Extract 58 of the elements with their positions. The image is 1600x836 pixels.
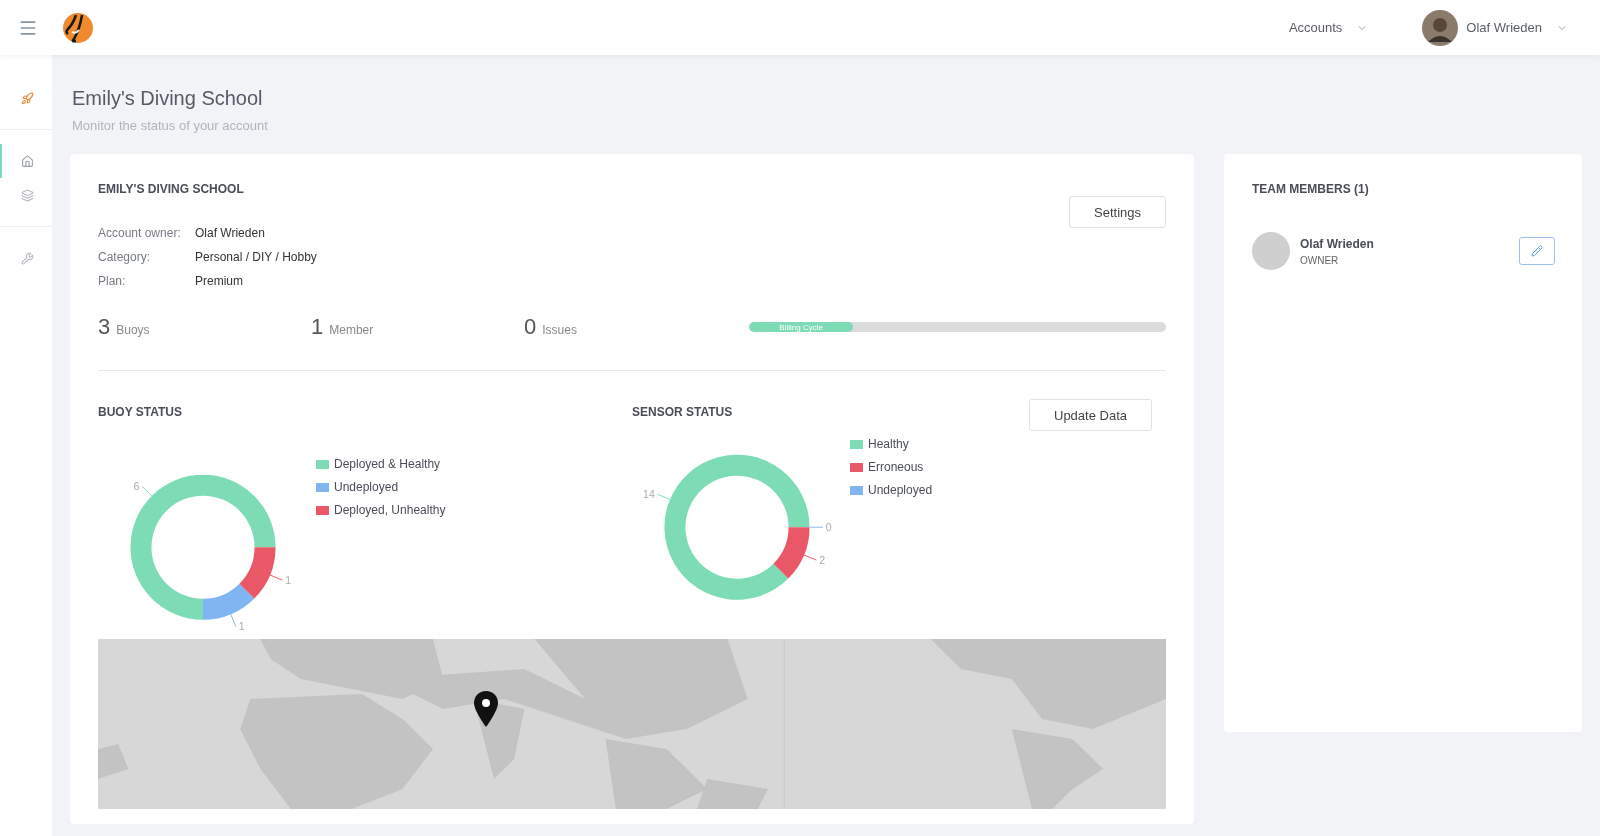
account-heading: EMILY'S DIVING SCHOOL [98, 182, 244, 196]
data-label: 1 [269, 573, 292, 586]
map-pin-icon [473, 691, 499, 727]
billing-cycle-fill: Billing Cycle [749, 322, 854, 332]
rocket-icon [20, 91, 34, 105]
user-menu[interactable]: Olaf Wrieden [1466, 20, 1568, 35]
edit-button[interactable] [1519, 237, 1555, 265]
pencil-icon [1531, 245, 1543, 257]
avatar-icon [1422, 9, 1459, 46]
legend-label: Undeployed [334, 480, 399, 494]
data-label: 6 [133, 480, 140, 493]
section-heading: BUOY STATUS [98, 405, 182, 419]
stat-label: Member [329, 323, 374, 337]
stat-value: 1 [311, 314, 324, 340]
data-label: 0 [809, 521, 832, 534]
stat-value: 0 [524, 314, 537, 340]
legend-swatch [316, 505, 329, 515]
wrench-icon [20, 251, 34, 265]
stat-label: Issues [542, 323, 577, 337]
accounts-menu[interactable]: Accounts [1288, 20, 1369, 35]
section-heading: SENSOR STATUS [632, 405, 733, 419]
home-icon [20, 154, 34, 168]
legend-label: Undeployed [868, 483, 933, 497]
settings-button[interactable]: Settings [1069, 196, 1166, 228]
data-label: 6 [133, 480, 153, 497]
legend-label: Erroneous [868, 460, 924, 474]
legend-swatch [850, 462, 863, 472]
detail-label: Category: [98, 250, 152, 264]
page-title: Emily's Diving School [72, 87, 264, 110]
stat-value: 3 [98, 314, 111, 340]
legend-label: Deployed, Unhealthy [334, 503, 446, 517]
legend-swatch [316, 459, 329, 469]
member-role: OWNER [1300, 254, 1340, 266]
data-label: 2 [819, 553, 826, 566]
member-avatar [1252, 232, 1290, 270]
detail-label: Account owner: [98, 226, 182, 240]
page-subtitle: Monitor the status of your account [72, 118, 269, 133]
legend-swatch [850, 485, 863, 495]
data-label: 2 [803, 553, 826, 566]
team-heading: TEAM MEMBERS (1) [1252, 182, 1370, 196]
data-label: 1 [238, 620, 245, 633]
legend-swatch [850, 439, 863, 449]
detail-value: Olaf Wrieden [195, 226, 266, 240]
update-data-button[interactable]: Update Data [1029, 399, 1152, 431]
data-label: 1 [285, 573, 292, 586]
logo-icon [62, 11, 94, 44]
data-label: 14 [643, 488, 655, 501]
detail-value: Premium [195, 274, 244, 288]
member-name: Olaf Wrieden [1300, 236, 1375, 251]
legend-swatch [316, 482, 329, 492]
layers-icon [20, 188, 34, 202]
legend-label: Healthy [868, 437, 909, 451]
stat-label: Buoys [116, 323, 150, 337]
legend-label: Deployed & Healthy [334, 457, 441, 471]
detail-label: Plan: [98, 274, 127, 288]
detail-value: Personal / DIY / Hobby [195, 250, 318, 264]
data-label: 14 [643, 488, 671, 501]
data-label: 1 [230, 613, 245, 633]
